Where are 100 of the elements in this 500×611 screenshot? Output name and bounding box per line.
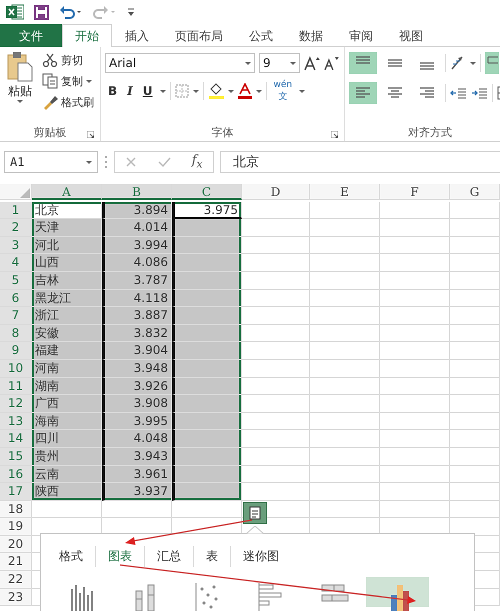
- table-cell: [450, 272, 500, 290]
- panel-tab[interactable]: 汇总: [145, 546, 194, 567]
- row-header[interactable]: 3: [0, 236, 32, 254]
- wrap-text-icon[interactable]: [485, 52, 499, 74]
- undo-icon[interactable]: [59, 5, 83, 19]
- caret-icon[interactable]: [228, 90, 234, 92]
- cut-button[interactable]: 剪切: [40, 51, 96, 69]
- table-cell: [242, 254, 310, 272]
- file-tab[interactable]: 文件: [0, 24, 62, 47]
- font-name-field[interactable]: Arial: [105, 53, 255, 73]
- table-cell: [310, 219, 380, 237]
- row-header[interactable]: 4: [0, 254, 32, 272]
- panel-tab[interactable]: 图表: [96, 546, 145, 567]
- increase-font-icon[interactable]: [304, 56, 320, 70]
- column-header[interactable]: D: [242, 184, 310, 200]
- column-header[interactable]: F: [380, 184, 450, 200]
- format-painter-button[interactable]: 格式刷: [40, 93, 96, 111]
- row-header[interactable]: 12: [0, 395, 32, 413]
- column-header[interactable]: C: [172, 184, 242, 200]
- name-box[interactable]: A1: [4, 151, 98, 173]
- caret-icon[interactable]: [299, 90, 306, 92]
- insert-function-button[interactable]: f$_{x}$: [192, 153, 203, 171]
- formula-field[interactable]: 北京: [220, 151, 500, 173]
- table-cell: [172, 466, 242, 484]
- row-header[interactable]: 20: [0, 536, 32, 554]
- decrease-font-icon[interactable]: [324, 56, 340, 70]
- row-header[interactable]: 13: [0, 412, 32, 430]
- underline-button[interactable]: U: [140, 83, 156, 99]
- panel-tab[interactable]: 表: [194, 546, 231, 567]
- row-header[interactable]: 17: [0, 483, 32, 501]
- row-header[interactable]: 14: [0, 430, 32, 448]
- copy-button[interactable]: 复制: [40, 72, 96, 90]
- row-header[interactable]: 10: [0, 360, 32, 378]
- row-header[interactable]: 11: [0, 378, 32, 396]
- ribbon-tab[interactable]: 页面布局: [162, 24, 236, 47]
- save-icon[interactable]: [34, 4, 49, 20]
- table-cell: 3.937: [102, 483, 172, 501]
- borders-icon[interactable]: [174, 84, 189, 98]
- ribbon-tab[interactable]: 数据: [286, 24, 336, 47]
- italic-button[interactable]: I: [124, 83, 136, 99]
- customize-caret-icon[interactable]: [127, 8, 135, 16]
- panel-tab[interactable]: 迷你图: [231, 546, 291, 567]
- font-color-icon[interactable]: [238, 83, 252, 99]
- column-header[interactable]: E: [310, 184, 380, 200]
- row-header[interactable]: 2: [0, 219, 32, 237]
- panel-tab[interactable]: 格式: [47, 546, 96, 567]
- table-cell: 安徽: [32, 324, 102, 342]
- caret-icon[interactable]: [86, 80, 92, 82]
- caret-icon[interactable]: [470, 62, 476, 64]
- excel-logo-icon[interactable]: [6, 4, 24, 20]
- table-cell: [310, 378, 380, 396]
- table-cell: [450, 483, 500, 501]
- table-cell: 河南: [32, 360, 102, 378]
- increase-indent-icon[interactable]: [471, 86, 488, 100]
- row-header[interactable]: 15: [0, 448, 32, 466]
- table-cell: [380, 290, 450, 308]
- row-header[interactable]: 19: [0, 518, 32, 536]
- ribbon-tab[interactable]: 插入: [112, 24, 162, 47]
- table-cell: 浙江: [32, 307, 102, 325]
- caret-icon[interactable]: [290, 62, 296, 64]
- table-cell: 4.014: [102, 219, 172, 237]
- caret-icon[interactable]: [256, 90, 262, 92]
- ribbon-tab[interactable]: 视图: [386, 24, 436, 47]
- row-header[interactable]: 9: [0, 342, 32, 360]
- table-cell: [172, 448, 242, 466]
- row-header[interactable]: 6: [0, 290, 32, 308]
- bold-button[interactable]: B: [105, 83, 120, 99]
- align-left-button[interactable]: [349, 82, 377, 104]
- font-size-field[interactable]: 9: [258, 53, 300, 73]
- caret-icon[interactable]: [244, 62, 251, 64]
- caret-icon[interactable]: [192, 90, 199, 92]
- table-cell: [310, 483, 380, 501]
- row-header[interactable]: 8: [0, 324, 32, 342]
- ribbon-tab[interactable]: 公式: [236, 24, 286, 47]
- column-header[interactable]: B: [102, 184, 172, 200]
- paste-button[interactable]: 粘贴: [4, 51, 36, 123]
- caret-icon[interactable]: [86, 160, 92, 164]
- column-header[interactable]: G: [450, 184, 500, 200]
- row-header[interactable]: 5: [0, 272, 32, 290]
- caret-icon[interactable]: [160, 90, 166, 92]
- phonetic-button[interactable]: wén 文: [270, 79, 296, 103]
- column-header[interactable]: A: [32, 184, 102, 200]
- ribbon-tab[interactable]: 审阅: [336, 24, 386, 47]
- row-header[interactable]: 21: [0, 553, 32, 572]
- quick-analysis-button[interactable]: [243, 502, 267, 524]
- dialog-launcher-icon[interactable]: [331, 131, 338, 138]
- row-header[interactable]: 23: [0, 588, 32, 606]
- ribbon-tab[interactable]: 开始: [62, 24, 112, 47]
- align-top-button[interactable]: [349, 52, 377, 74]
- table-cell: [310, 202, 380, 220]
- table-cell: 3.887: [102, 307, 172, 325]
- decrease-indent-icon[interactable]: [450, 86, 467, 100]
- caret-icon[interactable]: [17, 100, 23, 103]
- row-header[interactable]: 22: [0, 571, 32, 589]
- dialog-launcher-icon[interactable]: [87, 131, 94, 138]
- row-header[interactable]: 7: [0, 307, 32, 325]
- row-header[interactable]: 18: [0, 500, 32, 518]
- row-header[interactable]: 1: [0, 202, 32, 220]
- row-header[interactable]: 16: [0, 466, 32, 484]
- fill-color-icon[interactable]: [208, 83, 224, 99]
